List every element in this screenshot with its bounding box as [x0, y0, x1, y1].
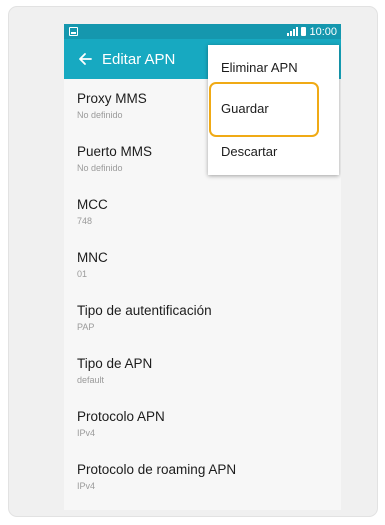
signal-icon	[287, 27, 299, 36]
setting-title: Tipo de autentificación	[77, 303, 212, 318]
setting-value: IPv4	[77, 481, 96, 491]
setting-mcc[interactable]: MCC 748	[64, 185, 341, 238]
arrow-left-icon[interactable]	[72, 46, 98, 72]
setting-value: 748	[77, 216, 93, 226]
setting-mnc[interactable]: MNC 01	[64, 238, 341, 291]
setting-value: PAP	[77, 322, 95, 332]
setting-value: IPv4	[77, 428, 96, 438]
overflow-menu: Eliminar APN Guardar Descartar	[208, 45, 339, 175]
status-indicators: 10:00	[287, 25, 337, 38]
arrow-left-icon-svg	[79, 53, 92, 65]
setting-protocolo-roaming-apn[interactable]: Protocolo de roaming APN IPv4	[64, 450, 341, 503]
phone-screen: 10:00 Editar APN Proxy MMS No definido P…	[64, 24, 341, 510]
setting-tipo-apn[interactable]: Tipo de APN default	[64, 344, 341, 397]
setting-title: MCC	[77, 197, 108, 212]
menu-item-guardar[interactable]: Guardar	[208, 88, 339, 128]
menu-item-descartar[interactable]: Descartar	[208, 131, 339, 171]
setting-title: Protocolo APN	[77, 409, 165, 424]
status-time: 10:00	[309, 25, 337, 38]
setting-title: Protocolo de roaming APN	[77, 462, 237, 477]
setting-tipo-autentificacion[interactable]: Tipo de autentificación PAP	[64, 291, 341, 344]
menu-item-eliminar-apn[interactable]: Eliminar APN	[208, 47, 339, 87]
setting-value: 01	[77, 269, 88, 279]
gallery-notification-icon	[69, 27, 78, 36]
battery-icon	[301, 27, 307, 36]
setting-title: MNC	[77, 250, 108, 265]
status-bar: 10:00	[64, 24, 341, 39]
setting-title: Tipo de APN	[77, 356, 153, 371]
page-title: Editar APN	[102, 50, 176, 68]
setting-value: default	[77, 375, 105, 385]
setting-protocolo-apn[interactable]: Protocolo APN IPv4	[64, 397, 341, 450]
